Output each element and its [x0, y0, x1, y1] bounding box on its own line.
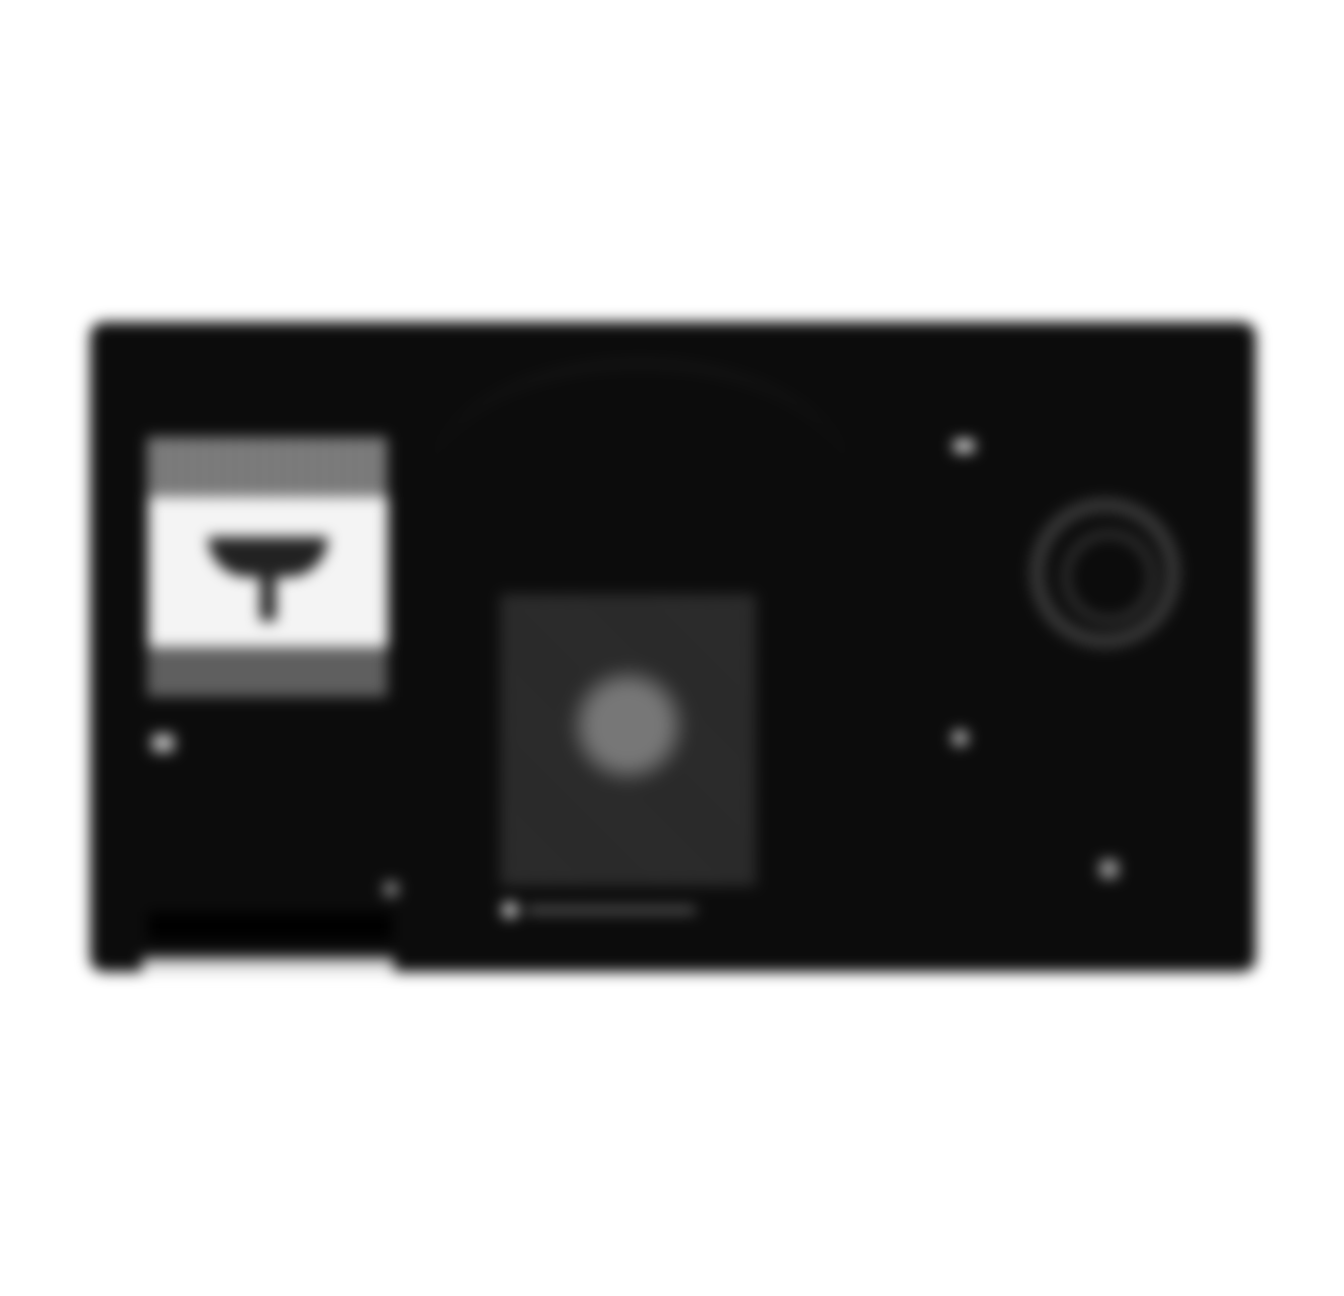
right-byline: [952, 730, 976, 746]
cover-top-band: [148, 437, 388, 497]
goblet-stem-graphic: [260, 575, 276, 621]
more-icon[interactable]: [384, 882, 398, 896]
ring-graphic: [1030, 498, 1180, 648]
album-cover-center[interactable]: [500, 594, 756, 886]
cover-artwork: [148, 497, 388, 647]
goblet-bowl-graphic: [208, 537, 328, 577]
left-black-bar: [148, 912, 392, 940]
left-tab[interactable]: [142, 958, 394, 972]
media-showcase-panel: [90, 322, 1256, 972]
play-icon[interactable]: [152, 734, 174, 752]
cover-bottom-band: [148, 647, 388, 697]
album-cover-left[interactable]: [148, 437, 388, 697]
decorative-arc: [430, 362, 850, 605]
left-meta-row: [148, 882, 398, 896]
right-badge: [954, 440, 974, 452]
right-footer-row: [868, 860, 1118, 878]
center-caption: [502, 902, 696, 918]
author-icon: [952, 730, 968, 746]
screenshot-stage: [0, 0, 1344, 1296]
avatar-icon: [502, 902, 518, 918]
caption-text-bar: [526, 907, 696, 913]
ring-inner-graphic: [1064, 532, 1154, 622]
left-column: [90, 322, 420, 972]
share-icon[interactable]: [1100, 860, 1118, 878]
